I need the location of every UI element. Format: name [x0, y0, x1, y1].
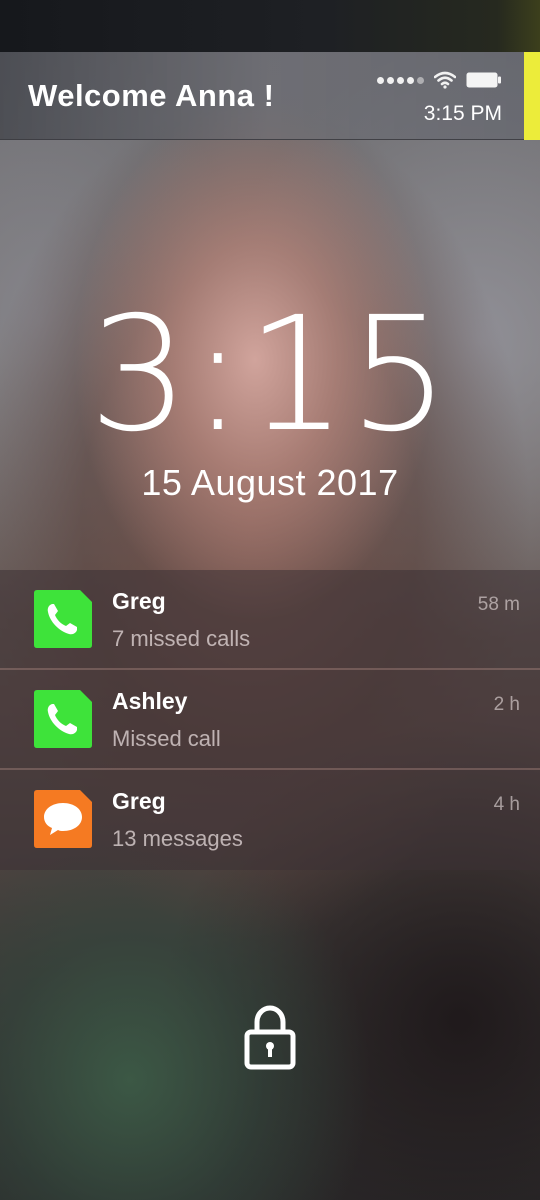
notification-item[interactable]: Greg 13 messages 4 h	[0, 770, 540, 870]
phone-icon	[34, 590, 92, 648]
lockscreen-date: 15 August 2017	[141, 462, 399, 503]
status-icons	[377, 68, 502, 92]
notification-title: Greg	[112, 588, 166, 614]
welcome-text: Welcome Anna !	[28, 78, 275, 113]
battery-icon	[466, 72, 501, 88]
notification-title: Greg	[112, 788, 166, 814]
notification-time: 4 h	[493, 794, 520, 815]
notification-item[interactable]: Greg 7 missed calls 58 m	[0, 570, 540, 670]
wifi-icon	[434, 71, 456, 89]
accent-bar	[524, 52, 540, 140]
status-bar: Welcome Anna ! 3:15 PM	[0, 52, 540, 140]
notification-list: Greg 7 missed calls 58 m Ashley Missed c…	[0, 570, 540, 870]
notification-body: 13 messages	[112, 826, 243, 851]
notification-body: 7 missed calls	[112, 626, 251, 651]
notification-item[interactable]: Ashley Missed call 2 h	[0, 670, 540, 770]
padlock-icon[interactable]	[244, 1004, 296, 1070]
notification-body: Missed call	[112, 726, 221, 751]
lock-screen: Welcome Anna ! 3:15 PM 3:15 15 August 20…	[0, 0, 540, 1200]
status-time: 3:15 PM	[423, 102, 502, 125]
signal-dots-icon	[377, 76, 424, 84]
lockscreen-clock: 3:15	[88, 283, 452, 467]
message-bubble-icon	[34, 790, 92, 848]
phone-icon	[34, 690, 92, 748]
notification-time: 2 h	[493, 694, 520, 715]
notification-time: 58 m	[477, 594, 520, 615]
notification-title: Ashley	[112, 688, 188, 714]
top-strip	[0, 0, 540, 52]
